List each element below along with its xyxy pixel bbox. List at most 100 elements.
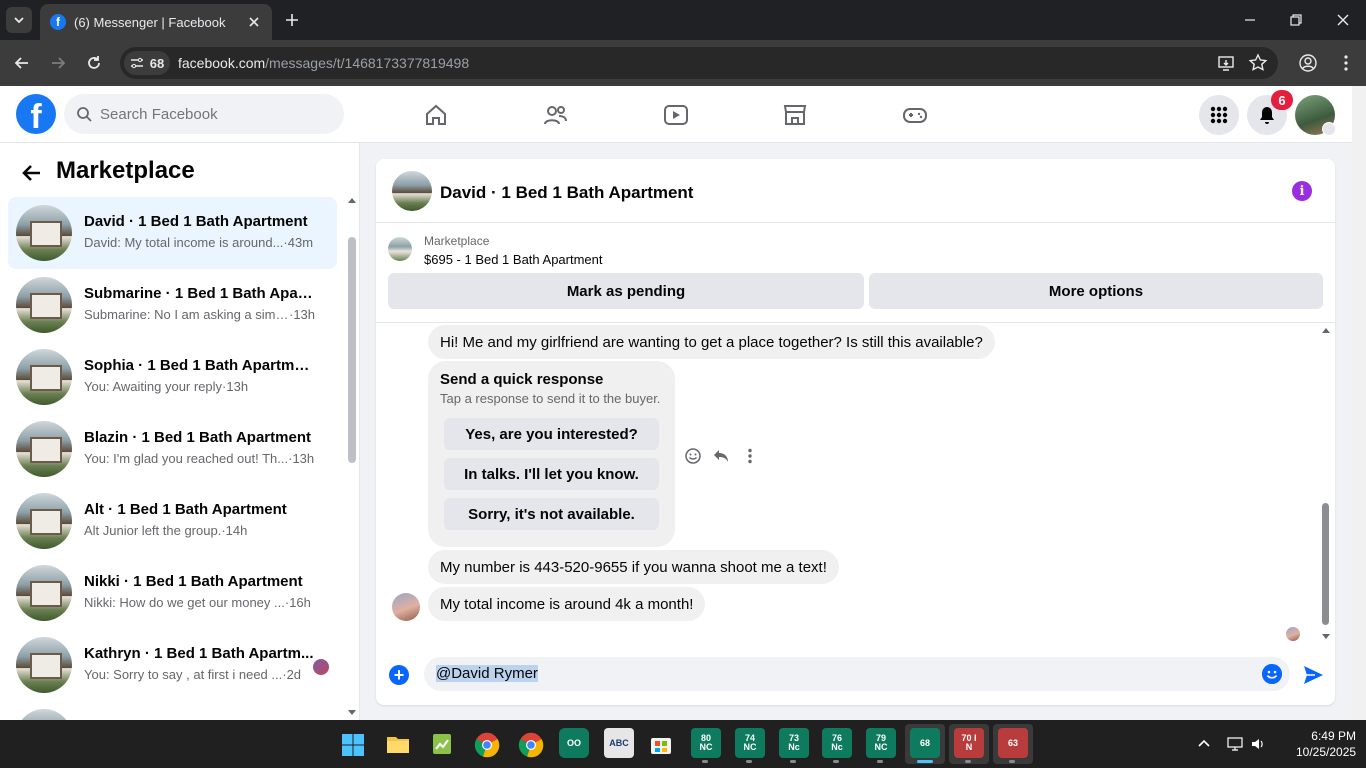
- listing-description[interactable]: $695 - 1 Bed 1 Bath Apartment: [424, 252, 603, 267]
- listing-thumbnail[interactable]: [388, 237, 412, 261]
- app-calendar-icon[interactable]: ABC: [604, 728, 634, 758]
- send-icon[interactable]: [1302, 664, 1324, 686]
- message-input[interactable]: @David Rymer: [424, 657, 1290, 691]
- page-scrollbar[interactable]: [1352, 86, 1366, 720]
- facebook-logo[interactable]: f: [16, 94, 56, 134]
- message-bubble[interactable]: My total income is around 4k a month!: [428, 587, 706, 621]
- browser-tab[interactable]: f (6) Messenger | Facebook: [40, 4, 272, 40]
- bookmark-star-icon[interactable]: [1248, 53, 1268, 73]
- tab-title: (6) Messenger | Facebook: [74, 14, 226, 30]
- taskbar: OO ABC 80 NC 74 NC 73 Nc 76 Nc 79 NC 68 70 IN…: [0, 720, 1366, 768]
- message-list: Hi! Me and my girlfriend are wanting to …: [376, 323, 1335, 645]
- mark-pending-button[interactable]: Mark as pending: [388, 273, 864, 309]
- quick-response-option[interactable]: In talks. I'll let you know.: [444, 458, 659, 490]
- more-actions-icon[interactable]: [741, 447, 759, 465]
- search-bar[interactable]: [64, 94, 344, 134]
- reload-icon[interactable]: [84, 53, 104, 73]
- reply-icon[interactable]: [712, 447, 730, 465]
- notepad-chart-icon[interactable]: [430, 732, 454, 756]
- react-emoji-icon[interactable]: [684, 447, 702, 465]
- taskbar-app-63[interactable]: 63: [998, 728, 1028, 758]
- account-chevron-icon[interactable]: [1322, 122, 1336, 136]
- listing-avatar: [16, 637, 72, 693]
- profile-icon[interactable]: [1298, 53, 1318, 73]
- sender-avatar[interactable]: [392, 593, 420, 621]
- url-host: facebook.com: [178, 55, 266, 71]
- windows-start-icon[interactable]: [341, 733, 365, 757]
- listing-avatar: [16, 565, 72, 621]
- system-clock[interactable]: 6:49 PM 10/25/2025: [1296, 728, 1356, 760]
- facebook-header: f 6: [0, 86, 1352, 143]
- sidebar-scroll-thumb[interactable]: [348, 237, 356, 463]
- marketplace-icon[interactable]: [782, 102, 808, 128]
- conversation-item[interactable]: Alt · 1 Bed 1 Bath Apartment Alt Junior …: [8, 485, 337, 557]
- conversation-name: David · 1 Bed 1 Bath Apartment: [84, 213, 308, 230]
- chat-header: David · 1 Bed 1 Bath Apartment i: [376, 159, 1335, 223]
- chrome-profile-icon[interactable]: [474, 732, 500, 758]
- close-window-icon[interactable]: [1333, 10, 1353, 30]
- back-icon[interactable]: [12, 53, 32, 73]
- conversation-preview: You: Sorry to say , at first i need ...·…: [84, 667, 302, 682]
- conversation-item[interactable]: Sophia · 1 Bed 1 Bath Apartment You: Awa…: [8, 341, 337, 413]
- conversation-item[interactable]: Kathryn · 1 Bed 1 Bath Apartm... You: So…: [8, 629, 337, 701]
- add-attachment-icon[interactable]: +: [389, 665, 409, 685]
- conversation-item[interactable]: Blazin · 1 Bed 1 Bath Apartment You: I'm…: [8, 413, 337, 485]
- message-scroll-thumb[interactable]: [1322, 503, 1329, 625]
- network-icon[interactable]: [1227, 736, 1243, 752]
- url-text[interactable]: facebook.com/messages/t/1468173377819498: [178, 55, 469, 71]
- site-info-button[interactable]: 68: [124, 51, 170, 75]
- volume-icon[interactable]: [1250, 736, 1266, 752]
- taskbar-app-73nc[interactable]: 73 Nc: [779, 728, 809, 758]
- conversation-preview: David: My total income is around...·43m: [84, 235, 314, 250]
- more-options-button[interactable]: More options: [869, 273, 1323, 309]
- taskbar-app-79nc[interactable]: 79 NC: [866, 728, 896, 758]
- friends-icon[interactable]: [543, 102, 569, 128]
- chrome-icon[interactable]: [518, 732, 544, 758]
- restore-icon[interactable]: [1286, 10, 1306, 30]
- listing-avatar: [16, 421, 72, 477]
- quick-response-card: Send a quick response Tap a response to …: [428, 361, 675, 547]
- back-arrow-icon[interactable]: [20, 161, 44, 185]
- taskbar-app-74nc[interactable]: 74 NC: [735, 728, 765, 758]
- conversation-item[interactable]: David · 1 Bed 1 Bath Apartment David: My…: [8, 197, 337, 269]
- new-tab-icon[interactable]: [282, 10, 302, 30]
- chat-title[interactable]: David · 1 Bed 1 Bath Apartment: [440, 183, 693, 203]
- quick-response-option[interactable]: Sorry, it's not available.: [444, 498, 659, 530]
- app-oo-icon[interactable]: OO: [559, 728, 589, 758]
- taskbar-app-68[interactable]: 68: [910, 728, 940, 758]
- forward-icon[interactable]: [48, 53, 68, 73]
- message-bubble[interactable]: My number is 443-520-9655 if you wanna s…: [428, 550, 839, 584]
- conversation-preview: Alt Junior left the group.·14h: [84, 523, 248, 538]
- minimize-icon[interactable]: [1240, 10, 1260, 30]
- quick-response-option[interactable]: Yes, are you interested?: [444, 418, 659, 450]
- tab-search-button[interactable]: [6, 7, 32, 33]
- conversation-item[interactable]: [8, 701, 337, 720]
- search-input[interactable]: [100, 105, 320, 123]
- conversation-item[interactable]: Nikki · 1 Bed 1 Bath Apartment Nikki: Ho…: [8, 557, 337, 629]
- search-icon: [77, 107, 92, 122]
- info-icon[interactable]: i: [1292, 181, 1312, 201]
- chat-avatar[interactable]: [392, 171, 432, 211]
- conversation-name: Sophia · 1 Bed 1 Bath Apartment: [84, 357, 314, 374]
- conversation-name: Kathryn · 1 Bed 1 Bath Apartm...: [84, 645, 314, 662]
- conversation-name: Alt · 1 Bed 1 Bath Apartment: [84, 501, 287, 518]
- taskbar-app-80nc[interactable]: 80 NC: [691, 728, 721, 758]
- emoji-icon[interactable]: [1262, 664, 1282, 684]
- taskbar-app-70in[interactable]: 70 IN: [954, 728, 984, 758]
- microsoft-store-icon[interactable]: [649, 732, 673, 756]
- conversation-name: Submarine · 1 Bed 1 Bath Apart...: [84, 285, 314, 302]
- kebab-menu-icon[interactable]: [1336, 53, 1356, 73]
- taskbar-app-76nc[interactable]: 76 Nc: [822, 728, 852, 758]
- gaming-icon[interactable]: [902, 102, 928, 128]
- close-tab-icon[interactable]: [246, 14, 262, 30]
- message-bubble[interactable]: Hi! Me and my girlfriend are wanting to …: [428, 325, 995, 359]
- menu-button[interactable]: [1199, 95, 1239, 135]
- home-icon[interactable]: [423, 102, 449, 128]
- omnibox[interactable]: 68 facebook.com/messages/t/1468173377819…: [120, 47, 1278, 79]
- install-app-icon[interactable]: [1216, 53, 1236, 73]
- tray-chevron-up-icon[interactable]: [1196, 736, 1212, 752]
- video-icon[interactable]: [663, 102, 689, 128]
- file-explorer-icon[interactable]: [386, 732, 410, 756]
- tune-icon: [130, 57, 143, 69]
- conversation-item[interactable]: Submarine · 1 Bed 1 Bath Apart... Submar…: [8, 269, 337, 341]
